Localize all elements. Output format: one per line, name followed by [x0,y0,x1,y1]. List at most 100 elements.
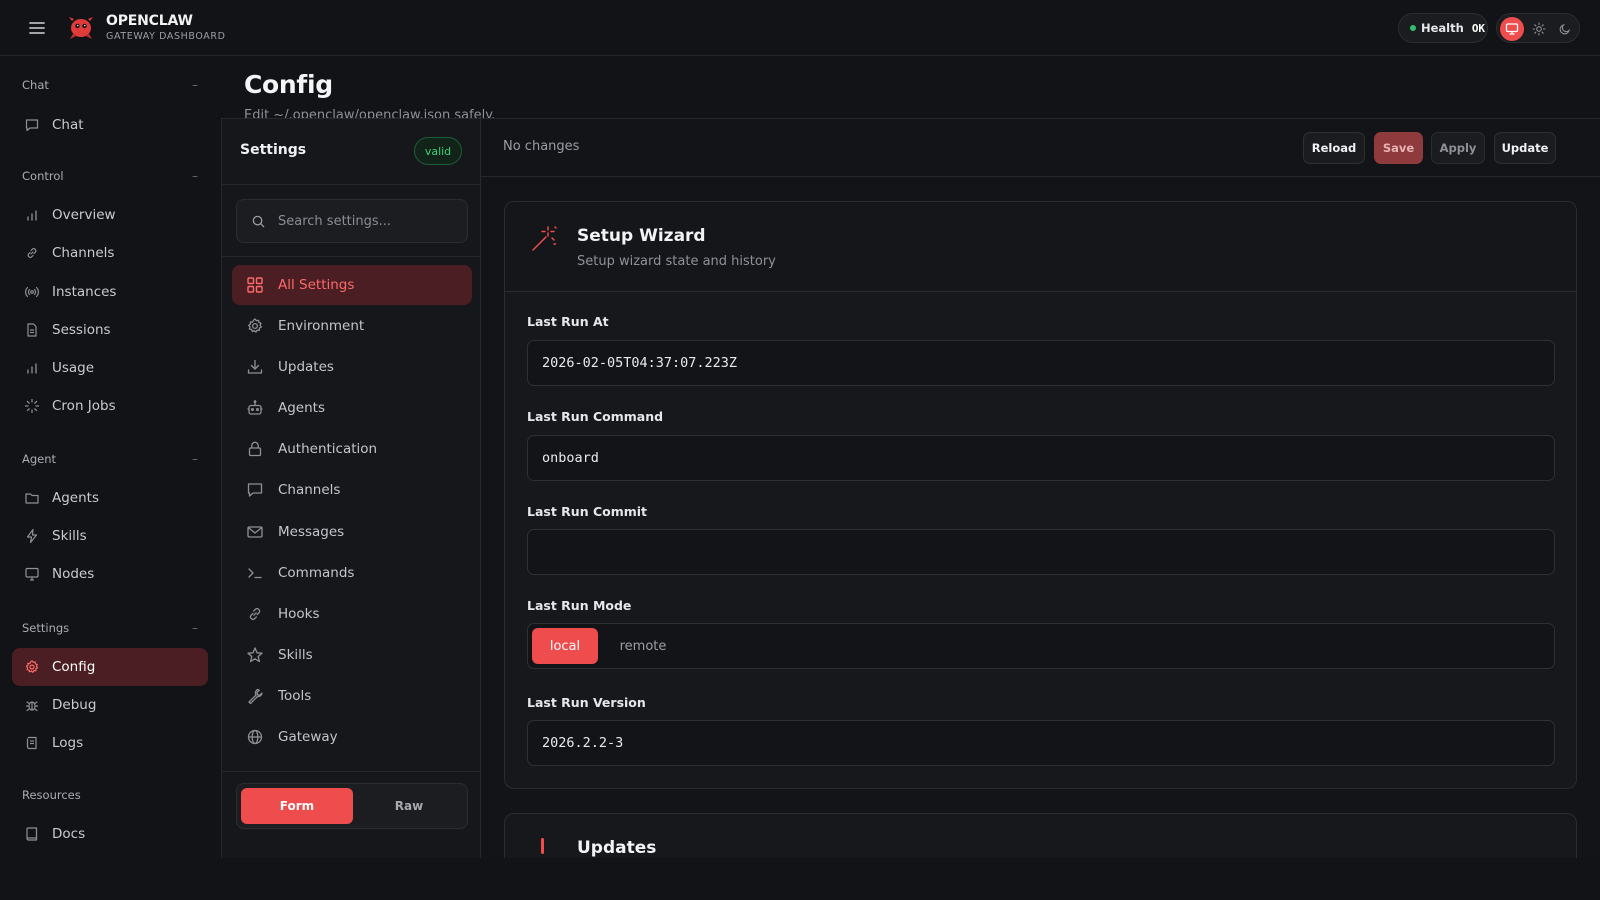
raw-mode-button[interactable]: Raw [353,788,465,824]
sidebar-item-channels[interactable]: Channels [12,234,208,272]
settings-category-agents[interactable]: Agents [232,388,472,428]
last-run-command-label: Last Run Command [527,409,664,424]
save-button[interactable]: Save [1374,132,1423,164]
sidebar-item-label: Config [52,659,96,675]
updates-section-icon [541,838,544,854]
change-status: No changes [503,139,580,154]
settings-panel: Settings valid All Settings Environment … [221,119,481,859]
settings-title: Settings [240,142,307,158]
sidebar-item-label: Instances [52,284,117,300]
link-icon [249,608,261,620]
sidebar-item-label: Docs [52,826,86,842]
settings-category-commands[interactable]: Commands [232,553,472,593]
apply-button[interactable]: Apply [1431,132,1485,164]
nav-group-control[interactable]: Control – [22,169,198,185]
health-dot-icon [1410,25,1416,31]
settings-category-gateway[interactable]: Gateway [232,717,472,757]
settings-category-environment[interactable]: Environment [232,306,472,346]
collapse-icon[interactable]: – [192,452,198,466]
bar-chart-icon [27,210,37,221]
last-run-mode-label: Last Run Mode [527,598,632,613]
sidebar-item-label: Nodes [52,566,95,582]
section-title: Setup Wizard [577,226,706,246]
grid-icon [247,277,263,293]
nav-group-settings[interactable]: Settings – [22,621,198,637]
reload-button[interactable]: Reload [1303,132,1365,164]
sidebar-nav: Chat – Chat Control – Overview Channels In… [0,56,220,900]
theme-system-button[interactable] [1500,17,1524,41]
sidebar-item-skills[interactable]: Skills [12,517,208,555]
settings-category-label: Commands [278,565,355,581]
file-icon [27,323,37,337]
gear-icon [25,660,39,673]
sidebar-item-label: Overview [52,207,116,223]
bar-chart-icon [27,363,37,374]
last-run-commit-input[interactable] [527,529,1555,575]
search-input[interactable] [278,213,448,229]
folder-icon [25,493,39,504]
nav-group-agent[interactable]: Agent – [22,452,198,468]
theme-dark-button[interactable] [1553,17,1577,41]
last-run-version-input[interactable] [527,720,1555,766]
zap-icon [26,528,38,544]
settings-category-label: Authentication [278,441,378,457]
theme-light-button[interactable] [1527,17,1551,41]
terminal-icon [248,568,262,579]
settings-category-all[interactable]: All Settings [232,265,472,305]
message-icon [247,483,263,497]
openclaw-logo-icon [66,12,96,42]
settings-category-hooks[interactable]: Hooks [232,594,472,634]
settings-category-label: Channels [278,482,341,498]
sidebar-item-usage[interactable]: Usage [12,349,208,387]
last-run-version-label: Last Run Version [527,695,646,710]
sidebar-item-config[interactable]: Config [12,648,208,686]
settings-category-skills[interactable]: Skills [232,635,472,675]
settings-category-updates[interactable]: Updates [232,347,472,387]
last-run-at-input[interactable] [527,340,1555,386]
mode-local-button[interactable]: local [532,628,598,664]
sidebar-item-docs[interactable]: Docs [12,815,208,853]
settings-category-channels[interactable]: Channels [232,470,472,510]
gear-icon [248,318,262,333]
settings-category-authentication[interactable]: Authentication [232,429,472,469]
settings-search[interactable] [236,199,468,243]
last-run-command-input[interactable] [527,435,1555,481]
section-subtitle: Setup wizard state and history [577,254,776,269]
update-button[interactable]: Update [1494,132,1556,164]
settings-category-tools[interactable]: Tools [232,676,472,716]
last-run-at-label: Last Run At [527,314,609,329]
sidebar-item-nodes[interactable]: Nodes [12,555,208,593]
hamburger-menu-icon[interactable] [26,18,50,38]
last-run-commit-label: Last Run Commit [527,504,648,519]
sidebar-item-instances[interactable]: Instances [12,273,208,311]
sidebar-item-label: Cron Jobs [52,398,116,414]
collapse-icon[interactable]: – [192,169,198,183]
sidebar-item-overview[interactable]: Overview [12,196,208,234]
sidebar-item-label: Agents [52,490,99,506]
nav-group-chat[interactable]: Chat – [22,78,198,94]
last-run-mode-segmented: local remote [527,623,1555,669]
nav-group-resources[interactable]: Resources [22,788,198,804]
form-mode-button[interactable]: Form [241,788,353,824]
settings-category-label: Environment [278,318,365,334]
sidebar-item-logs[interactable]: Logs [12,724,208,762]
sidebar-item-label: Channels [52,245,115,261]
sidebar-item-agents[interactable]: Agents [12,479,208,517]
sidebar-item-debug[interactable]: Debug [12,686,208,724]
settings-category-messages[interactable]: Messages [232,512,472,552]
moon-icon [1559,23,1571,35]
book-icon [26,827,38,841]
sidebar-item-label: Chat [52,117,84,133]
collapse-icon[interactable]: – [192,621,198,635]
brand-subtitle: GATEWAY DASHBOARD [106,31,226,42]
config-editor: No changes Reload Save Apply Update Setu… [481,119,1600,873]
nav-group-label: Control [22,169,64,183]
sidebar-item-cron-jobs[interactable]: Cron Jobs [12,387,208,425]
sidebar-item-sessions[interactable]: Sessions [12,311,208,349]
divider [222,771,481,772]
sidebar-item-chat[interactable]: Chat [12,106,208,144]
collapse-icon[interactable]: – [192,78,198,92]
settings-category-label: Messages [278,524,345,540]
mode-remote-button[interactable]: remote [608,628,678,664]
loader-icon [24,398,40,414]
